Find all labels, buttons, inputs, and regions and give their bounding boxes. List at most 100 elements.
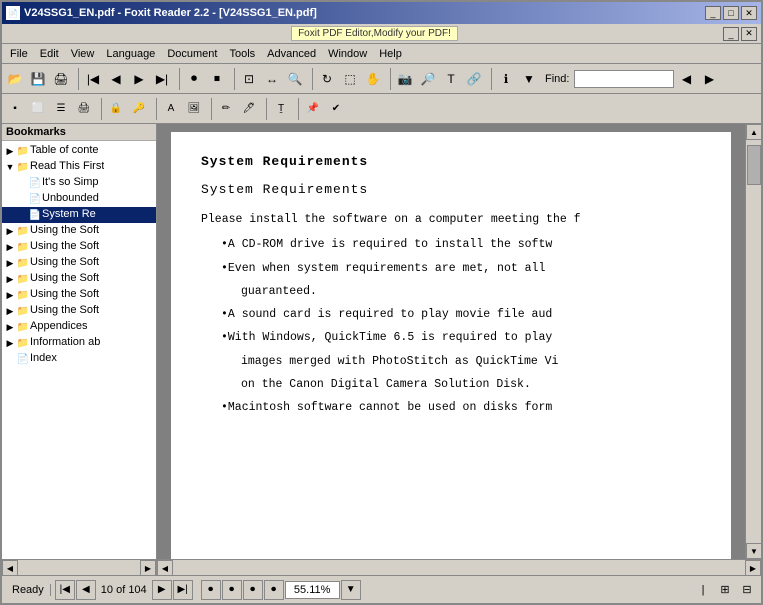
tb2-lock[interactable]: 🔒 <box>105 98 127 120</box>
menu-edit[interactable]: Edit <box>34 46 65 62</box>
maximize-button[interactable]: □ <box>723 6 739 20</box>
tb-snapshot[interactable]: 📷 <box>394 68 416 90</box>
sidebar-header: Bookmarks <box>2 124 156 141</box>
tb-link[interactable]: 🔗 <box>463 68 485 90</box>
scroll-thumb[interactable] <box>747 145 761 185</box>
toggle-soft5[interactable]: ▶ <box>4 288 16 302</box>
toggle-toc[interactable]: ▶ <box>4 144 16 158</box>
tb-search[interactable]: 🔎 <box>417 68 439 90</box>
menu-file[interactable]: File <box>4 46 34 62</box>
zoom-play[interactable]: ⏺ <box>201 580 221 600</box>
scroll-down-button[interactable]: ▼ <box>746 543 761 559</box>
sidebar-item-soft6[interactable]: ▶ 📁 Using the Soft <box>2 303 156 319</box>
scroll-up-button[interactable]: ▲ <box>746 124 761 140</box>
zoom-play2[interactable]: ⏺ <box>222 580 242 600</box>
find-prev[interactable]: ◀ <box>675 68 697 90</box>
icon-appendices: 📁 <box>16 320 30 334</box>
tb-play[interactable]: ⏺ <box>183 68 205 90</box>
close-button[interactable]: ✕ <box>741 6 757 20</box>
sidebar-item-soft2[interactable]: ▶ 📁 Using the Soft <box>2 239 156 255</box>
sidebar-item-readfirst[interactable]: ▼ 📁 Read This First <box>2 159 156 175</box>
tb-fit-page[interactable]: ⊡ <box>238 68 260 90</box>
tb-prev[interactable]: ◀ <box>105 68 127 90</box>
menu-document[interactable]: Document <box>161 46 223 62</box>
ad-minimize-button[interactable]: _ <box>723 27 739 41</box>
scroll-track[interactable] <box>746 140 761 543</box>
tb-zoom-out[interactable]: 🔍 <box>284 68 306 90</box>
tb2-b2[interactable]: ⬜ <box>27 98 49 120</box>
tb2-stamp[interactable]: 📌 <box>302 98 324 120</box>
tb-open[interactable]: 📂 <box>4 68 26 90</box>
tb-find-dropdown[interactable]: ▼ <box>518 68 540 90</box>
tb2-checkmark[interactable]: ✔ <box>325 98 347 120</box>
menu-advanced[interactable]: Advanced <box>261 46 322 62</box>
find-next[interactable]: ▶ <box>698 68 720 90</box>
nav-prev[interactable]: ◀ <box>76 580 96 600</box>
tb2-unlock[interactable]: 🔑 <box>128 98 150 120</box>
tb2-a[interactable]: A <box>160 98 182 120</box>
tb-info[interactable]: ℹ <box>495 68 517 90</box>
tb-next[interactable]: ▶ <box>128 68 150 90</box>
tb-select[interactable]: ⬚ <box>339 68 361 90</box>
tb2-b1[interactable]: ▪ <box>4 98 26 120</box>
tb-rotate[interactable]: ↻ <box>316 68 338 90</box>
zoom-input[interactable]: 55.11% <box>285 581 340 599</box>
sidebar-htrack[interactable] <box>18 560 140 575</box>
tb-print[interactable]: 🖨 <box>50 68 72 90</box>
toggle-soft1[interactable]: ▶ <box>4 224 16 238</box>
sidebar-item-unbounded[interactable]: 📄 Unbounded <box>2 191 156 207</box>
pdf-scroll-left[interactable]: ◀ <box>157 560 173 576</box>
sidebar-item-soft4[interactable]: ▶ 📁 Using the Soft <box>2 271 156 287</box>
toggle-soft3[interactable]: ▶ <box>4 256 16 270</box>
nav-first[interactable]: |◀ <box>55 580 75 600</box>
find-input[interactable] <box>574 70 674 88</box>
sidebar-item-soft1[interactable]: ▶ 📁 Using the Soft <box>2 223 156 239</box>
minimize-button[interactable]: _ <box>705 6 721 20</box>
pdf-htrack[interactable] <box>173 560 745 575</box>
sidebar-scroll-right[interactable]: ▶ <box>140 560 156 576</box>
pdf-scroll[interactable]: System Requirements System Requirements … <box>157 124 745 559</box>
sidebar-item-index[interactable]: 📄 Index <box>2 351 156 367</box>
tb-last[interactable]: ▶| <box>151 68 173 90</box>
zoom-play3[interactable]: ⏺ <box>243 580 263 600</box>
tb-hand[interactable]: ✋ <box>362 68 384 90</box>
sidebar-item-info[interactable]: ▶ 📁 Information ab <box>2 335 156 351</box>
tb2-pen[interactable]: 🖊 <box>238 98 260 120</box>
toggle-info[interactable]: ▶ <box>4 336 16 350</box>
menu-view[interactable]: View <box>65 46 101 62</box>
sidebar-item-sysreq[interactable]: 📄 System Re <box>2 207 156 223</box>
sidebar-item-toc[interactable]: ▶ 📁 Table of conte <box>2 143 156 159</box>
nav-last[interactable]: ▶| <box>173 580 193 600</box>
tb2-pencil[interactable]: ✏ <box>215 98 237 120</box>
menu-tools[interactable]: Tools <box>223 46 261 62</box>
tb2-img[interactable]: 🖼 <box>183 98 205 120</box>
tb2-b4[interactable]: 🖨 <box>73 98 95 120</box>
menu-language[interactable]: Language <box>100 46 161 62</box>
menu-window[interactable]: Window <box>322 46 373 62</box>
ad-close-button[interactable]: ✕ <box>741 27 757 41</box>
nav-next-page[interactable]: ▶ <box>152 580 172 600</box>
tb-save[interactable]: 💾 <box>27 68 49 90</box>
menu-help[interactable]: Help <box>373 46 408 62</box>
zoom-dropdown[interactable]: ▼ <box>341 580 361 600</box>
tb2-b3[interactable]: ☰ <box>50 98 72 120</box>
sidebar-item-appendices[interactable]: ▶ 📁 Appendices <box>2 319 156 335</box>
toggle-appendices[interactable]: ▶ <box>4 320 16 334</box>
toggle-readfirst[interactable]: ▼ <box>4 160 16 174</box>
ad-text[interactable]: Foxit PDF Editor,Modify your PDF! <box>291 26 458 41</box>
toggle-soft4[interactable]: ▶ <box>4 272 16 286</box>
tb-fit-width[interactable]: ↔ <box>261 68 283 90</box>
tb2-t[interactable]: Ṯ <box>270 98 292 120</box>
toggle-soft2[interactable]: ▶ <box>4 240 16 254</box>
pdf-scroll-right[interactable]: ▶ <box>745 560 761 576</box>
tb-stop[interactable]: ⏹ <box>206 68 228 90</box>
sidebar-item-soft5[interactable]: ▶ 📁 Using the Soft <box>2 287 156 303</box>
toggle-soft6[interactable]: ▶ <box>4 304 16 318</box>
tb-first[interactable]: |◀ <box>82 68 104 90</box>
sidebar-item-soft3[interactable]: ▶ 📁 Using the Soft <box>2 255 156 271</box>
sidebar-item-simple[interactable]: 📄 It's so Simp <box>2 175 156 191</box>
zoom-play4[interactable]: ⏺ <box>264 580 284 600</box>
tb-typewriter[interactable]: T <box>440 68 462 90</box>
label-soft1: Using the Soft <box>30 224 99 236</box>
sidebar-scroll-left[interactable]: ◀ <box>2 560 18 576</box>
